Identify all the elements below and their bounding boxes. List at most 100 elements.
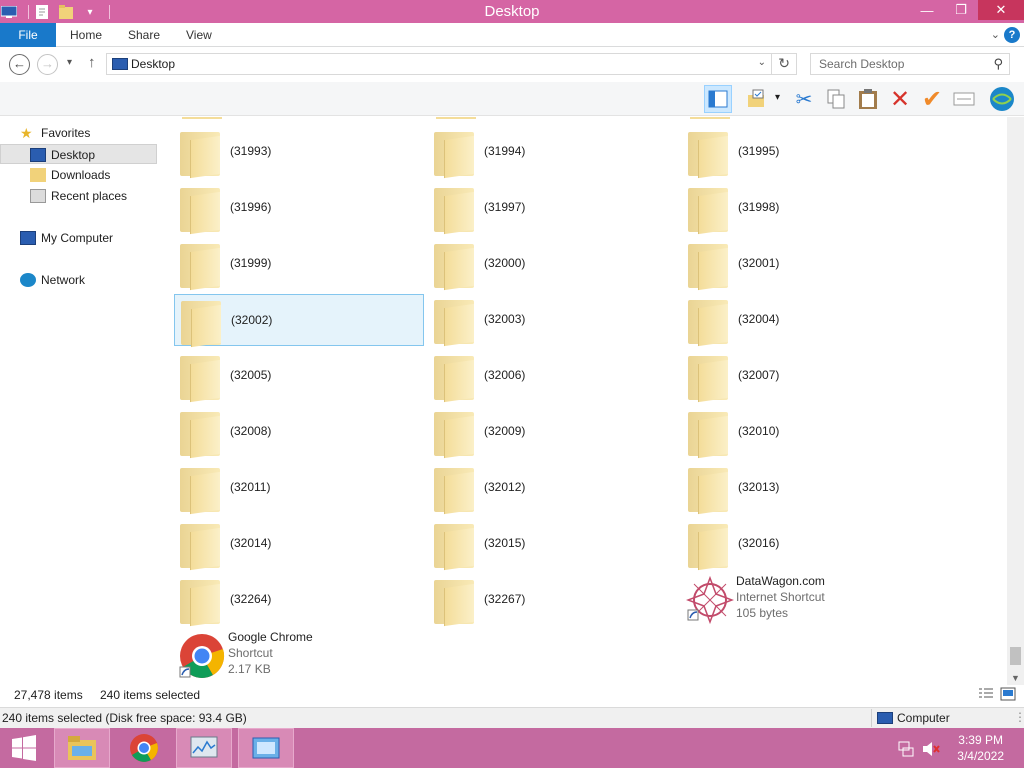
folder-item[interactable]: (32004)	[682, 294, 932, 347]
address-bar[interactable]: Desktop ⌄ ↻	[106, 53, 797, 75]
search-icon[interactable]: ⚲	[993, 56, 1003, 72]
network-tray-icon[interactable]	[898, 741, 914, 760]
search-input[interactable]: Search Desktop ⚲	[810, 53, 1010, 75]
tab-view[interactable]: View	[186, 23, 212, 47]
copy-icon[interactable]	[822, 85, 850, 113]
close-button[interactable]: ✕	[978, 0, 1024, 20]
refresh-icon[interactable]: ↻	[778, 55, 790, 72]
folder-item[interactable]: (32014)	[174, 518, 424, 571]
chrome-icon	[179, 634, 225, 678]
select-folder-icon[interactable]	[742, 85, 770, 113]
folder-label: (31996)	[230, 200, 272, 214]
nav-downloads[interactable]: Downloads	[0, 165, 157, 185]
command-toolbar: ▾ ✂ ✕ ✔	[0, 82, 1024, 116]
options-dropdown-icon[interactable]: ▾	[775, 92, 780, 103]
nav-network-label: Network	[41, 273, 86, 287]
folder-item[interactable]: (32000)	[428, 238, 678, 291]
folder-item[interactable]: (32007)	[682, 350, 932, 403]
folder-item[interactable]: (32267)	[428, 574, 678, 627]
taskbar-file-explorer[interactable]	[54, 728, 110, 768]
folder-item[interactable]: (32005)	[174, 350, 424, 403]
taskbar-window-app[interactable]	[238, 728, 294, 768]
rename-check-icon[interactable]: ✔	[918, 85, 946, 113]
folder-label: (32012)	[484, 480, 526, 494]
folder-item[interactable]: (32013)	[682, 462, 932, 515]
folder-icon	[688, 188, 728, 235]
folder-item[interactable]: (31995)	[682, 126, 932, 179]
datawagon-shortcut[interactable]: DataWagon.com Internet Shortcut 105 byte…	[684, 574, 934, 626]
recent-locations-icon[interactable]: ▾	[67, 57, 72, 68]
folder-item[interactable]: (32006)	[428, 350, 678, 403]
folder-label: (32000)	[484, 256, 526, 270]
taskbar-task-manager[interactable]	[176, 728, 232, 768]
nav-recent-places-label: Recent places	[51, 189, 128, 203]
minimize-button[interactable]: —	[910, 0, 944, 20]
folder-icon	[180, 580, 220, 627]
help-icon[interactable]: ?	[1004, 27, 1020, 43]
scrollbar-thumb[interactable]	[1010, 647, 1021, 665]
folder-item[interactable]: (31993)	[174, 126, 424, 179]
folder-label: (31993)	[230, 144, 272, 158]
properties-tool-icon[interactable]	[950, 85, 978, 113]
folder-item[interactable]: (32011)	[174, 462, 424, 515]
vertical-scrollbar[interactable]: ▼	[1007, 117, 1024, 685]
back-button[interactable]: ←	[9, 54, 30, 75]
folder-item[interactable]: (32008)	[174, 406, 424, 459]
window-title: Desktop	[484, 3, 540, 20]
delete-icon[interactable]: ✕	[886, 85, 914, 113]
nav-recent-places[interactable]: Recent places	[0, 186, 157, 206]
nav-my-computer[interactable]: My Computer	[0, 228, 157, 248]
large-icons-view-icon[interactable]	[1000, 687, 1016, 704]
clock-time: 3:39 PM	[958, 733, 1003, 747]
folder-item[interactable]: (32002)	[174, 294, 424, 348]
folder-item[interactable]: (32010)	[682, 406, 932, 459]
folder-item[interactable]: (32001)	[682, 238, 932, 291]
nav-network[interactable]: Network	[0, 270, 157, 290]
folder-item[interactable]: (31998)	[682, 182, 932, 235]
paste-icon[interactable]	[854, 85, 882, 113]
desktop-icon	[112, 58, 128, 70]
resize-grip-icon[interactable]: ⋮	[1014, 710, 1024, 724]
address-dropdown-icon[interactable]: ⌄	[758, 57, 766, 68]
folder-icon	[180, 524, 220, 571]
cut-icon[interactable]: ✂	[790, 85, 818, 113]
start-button[interactable]	[0, 728, 48, 768]
selected-count: 240 items selected	[100, 688, 201, 702]
folder-item[interactable]: (32012)	[428, 462, 678, 515]
tab-file[interactable]: File	[0, 23, 56, 47]
nav-favorites[interactable]: ★ Favorites	[0, 123, 157, 143]
folder-item[interactable]: (31994)	[428, 126, 678, 179]
scroll-down-icon[interactable]: ▼	[1011, 673, 1020, 683]
folder-item[interactable]: (32264)	[174, 574, 424, 627]
details-bar: 240 items selected (Disk free space: 93.…	[0, 707, 1024, 728]
globe-icon[interactable]	[988, 85, 1016, 113]
datawagon-name: DataWagon.com	[736, 574, 825, 588]
taskbar-clock[interactable]: 3:39 PM 3/4/2022	[957, 732, 1004, 764]
details-view-icon[interactable]	[978, 687, 994, 704]
nav-desktop[interactable]: Desktop	[0, 144, 157, 164]
folder-item[interactable]: (32016)	[682, 518, 932, 571]
folder-label: (32007)	[738, 368, 780, 382]
folder-item[interactable]: (31999)	[174, 238, 424, 291]
chrome-size: 2.17 KB	[228, 662, 271, 676]
folder-label: (32002)	[231, 313, 273, 327]
folder-item[interactable]: (31997)	[428, 182, 678, 235]
tab-home[interactable]: Home	[70, 23, 102, 47]
folder-icon	[434, 132, 474, 179]
folder-item[interactable]: (32003)	[428, 294, 678, 347]
volume-muted-icon[interactable]	[922, 741, 940, 760]
up-arrow-icon[interactable]: ↑	[88, 54, 96, 71]
forward-button[interactable]: →	[37, 54, 58, 75]
restore-button[interactable]: ❐	[944, 0, 978, 20]
folder-item[interactable]: (31996)	[174, 182, 424, 235]
preview-pane-icon[interactable]	[704, 85, 732, 113]
tab-share[interactable]: Share	[128, 23, 160, 47]
folder-item[interactable]: (32015)	[428, 518, 678, 571]
folder-item[interactable]: (32009)	[428, 406, 678, 459]
folder-icon	[180, 188, 220, 235]
expand-ribbon-icon[interactable]: ⌄	[991, 28, 1000, 41]
desktop-icon	[30, 148, 46, 162]
window-controls: — ❐ ✕	[910, 0, 1024, 20]
taskbar-chrome[interactable]	[116, 728, 172, 768]
chrome-shortcut[interactable]: Google Chrome Shortcut 2.17 KB	[176, 630, 426, 682]
